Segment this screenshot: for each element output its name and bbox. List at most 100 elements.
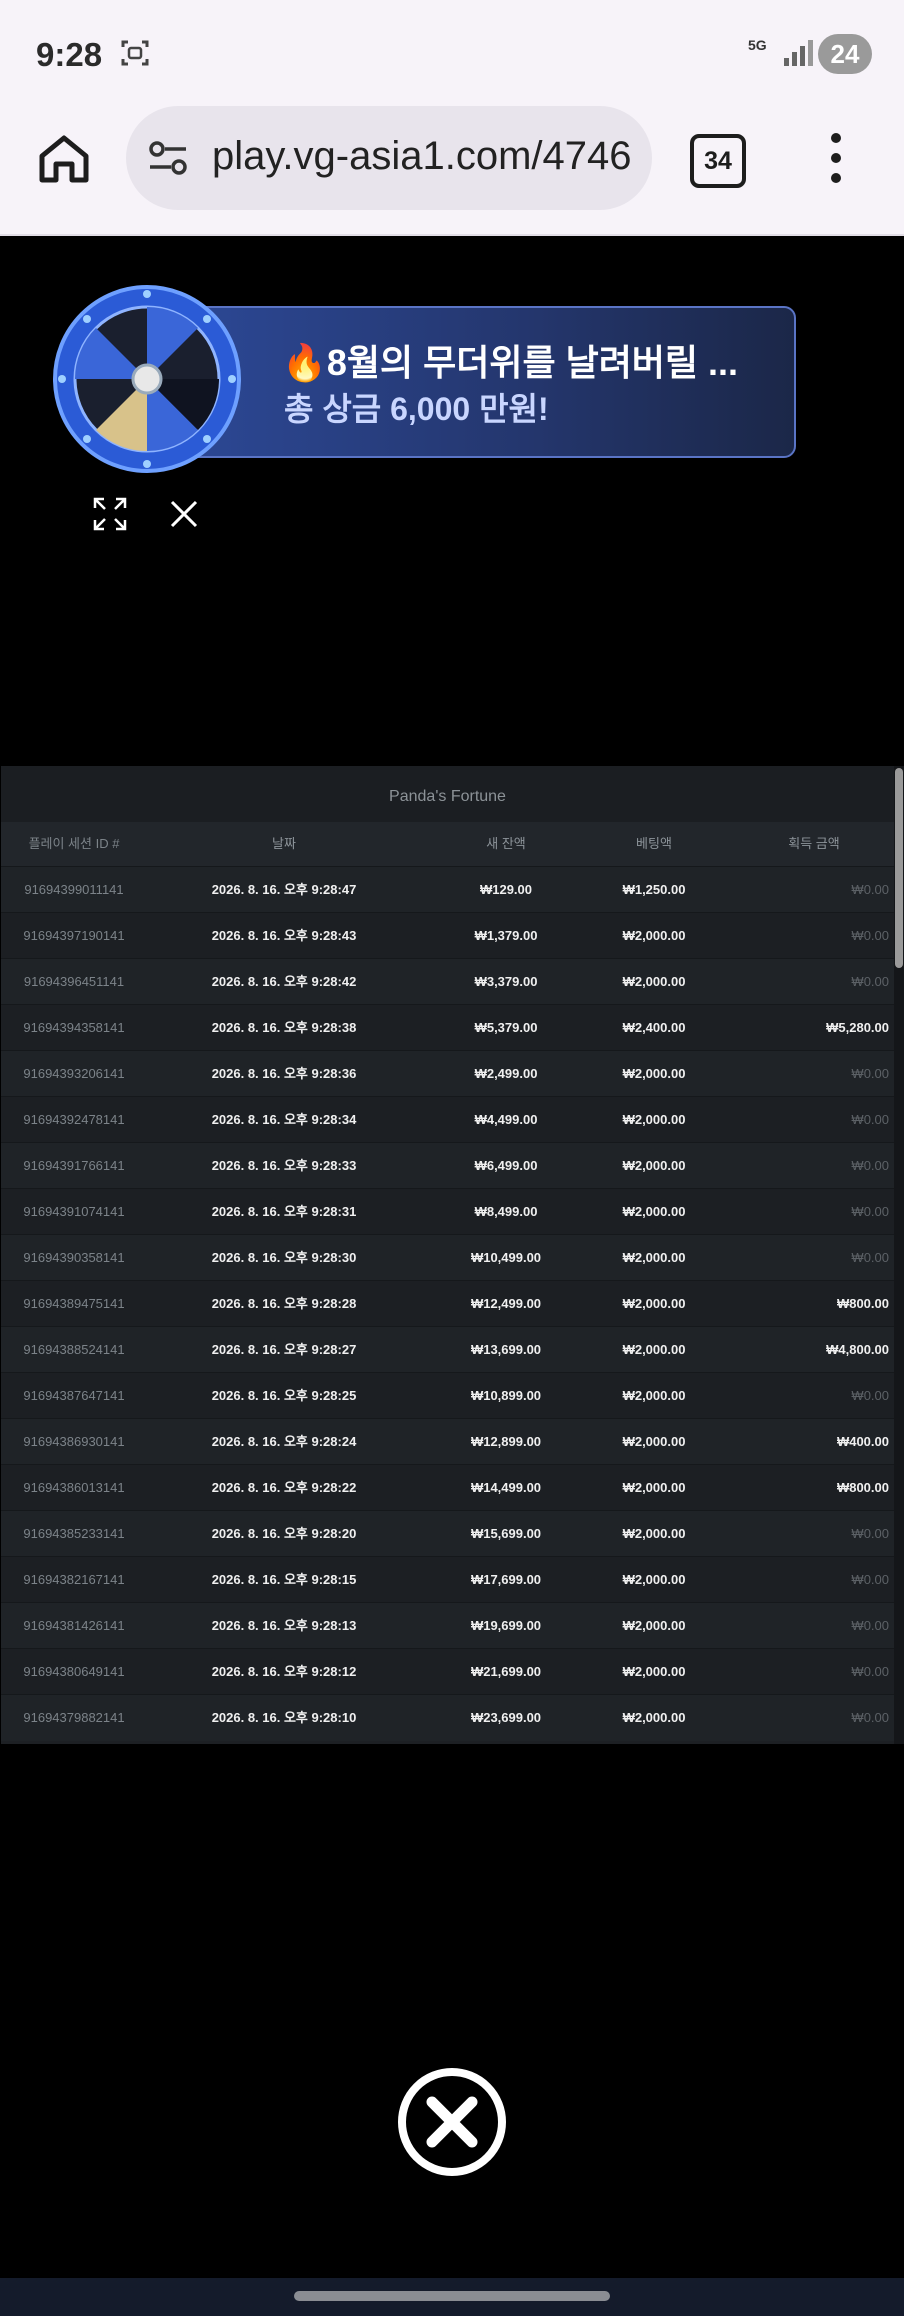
battery-indicator: 24 (818, 34, 872, 74)
table-row: 91694379882141 2026. 8. 16. 오후 9:28:10 ₩23… (1, 1694, 894, 1741)
bet-cell: ₩2,000.00 (622, 1480, 686, 1495)
balance-cell: ₩23,699.00 (470, 1710, 542, 1725)
date-cell: 2026. 8. 16. 오후 9:28:30 (211, 1250, 357, 1265)
table-row: 91694391766141 2026. 8. 16. 오후 9:28:33 ₩6,… (1, 1142, 894, 1189)
gesture-handle[interactable] (294, 2291, 610, 2301)
bet-cell: ₩2,000.00 (622, 1204, 686, 1219)
table-row: 91694390358141 2026. 8. 16. 오후 9:28:30 ₩10… (1, 1234, 894, 1281)
session-id-cell: 91694379882141 (23, 1710, 125, 1725)
date-cell: 2026. 8. 16. 오후 9:28:38 (211, 1020, 357, 1035)
session-id-cell: 91694380649141 (23, 1664, 125, 1679)
bet-cell: ₩2,000.00 (622, 1158, 686, 1173)
balance-cell: ₩21,699.00 (470, 1664, 542, 1679)
win-cell: ₩0.00 (851, 1388, 889, 1403)
table-row: 91694386013141 2026. 8. 16. 오후 9:28:22 ₩14… (1, 1464, 894, 1511)
session-id-cell: 91694393206141 (23, 1066, 125, 1081)
win-cell: ₩800.00 (836, 1480, 889, 1495)
game-title: Panda's Fortune (1, 766, 894, 822)
win-cell: ₩0.00 (851, 1710, 889, 1725)
header-win-amount: 획득 금액 (788, 836, 840, 851)
date-cell: 2026. 8. 16. 오후 9:28:27 (211, 1342, 357, 1357)
balance-cell: ₩1,379.00 (474, 928, 538, 943)
table-row: 91694393206141 2026. 8. 16. 오후 9:28:36 ₩2,… (1, 1050, 894, 1097)
status-time: 9:28 (36, 36, 103, 73)
session-id-cell: 91694381426141 (23, 1618, 125, 1633)
date-cell: 2026. 8. 16. 오후 9:28:43 (211, 928, 357, 943)
home-icon[interactable] (36, 130, 92, 186)
header-bet-amount: 베팅액 (636, 836, 672, 851)
session-id-cell: 91694387647141 (23, 1388, 125, 1403)
balance-cell: ₩3,379.00 (474, 974, 538, 989)
session-id-cell: 91694386930141 (23, 1434, 125, 1449)
header-date: 날짜 (272, 836, 296, 851)
date-cell: 2026. 8. 16. 오후 9:28:31 (211, 1204, 357, 1219)
balance-cell: ₩8,499.00 (474, 1204, 538, 1219)
table-row: 91694394358141 2026. 8. 16. 오후 9:28:38 ₩5,… (1, 1004, 894, 1051)
site-settings-icon[interactable] (148, 140, 188, 176)
bet-cell: ₩2,000.00 (622, 1710, 686, 1725)
promo-banner-subtitle: 총 상금 6,000 만원! (284, 391, 549, 427)
date-cell: 2026. 8. 16. 오후 9:28:22 (211, 1480, 357, 1495)
win-cell: ₩5,280.00 (826, 1020, 889, 1035)
scrollbar-thumb[interactable] (895, 768, 903, 968)
table-row: 91694380649141 2026. 8. 16. 오후 9:28:12 ₩21… (1, 1648, 894, 1695)
win-cell: ₩0.00 (851, 1618, 889, 1633)
win-cell: ₩0.00 (851, 1572, 889, 1587)
signal-icon (784, 40, 813, 66)
balance-cell: ₩19,699.00 (470, 1618, 542, 1633)
session-id-cell: 91694394358141 (23, 1020, 125, 1035)
bet-cell: ₩2,000.00 (622, 1250, 686, 1265)
bet-cell: ₩2,000.00 (622, 1434, 686, 1449)
tab-switcher-button[interactable]: 34 (690, 134, 746, 188)
session-id-cell: 91694386013141 (23, 1480, 125, 1495)
balance-cell: ₩4,499.00 (474, 1112, 538, 1127)
bet-cell: ₩2,000.00 (622, 1066, 686, 1081)
expand-icon[interactable] (92, 496, 128, 532)
balance-cell: ₩17,699.00 (470, 1572, 542, 1587)
date-cell: 2026. 8. 16. 오후 9:28:34 (211, 1112, 357, 1127)
network-5g-label: 5G (748, 37, 767, 53)
close-banner-icon[interactable] (168, 498, 200, 530)
balance-cell: ₩14,499.00 (470, 1480, 542, 1495)
close-icon[interactable] (396, 2066, 508, 2178)
win-cell: ₩0.00 (851, 1250, 889, 1265)
bet-cell: ₩2,000.00 (622, 928, 686, 943)
win-cell: ₩0.00 (851, 882, 889, 897)
screenshot-icon (121, 40, 149, 66)
date-cell: 2026. 8. 16. 오후 9:28:20 (211, 1526, 357, 1541)
balance-cell: ₩10,499.00 (470, 1250, 542, 1265)
date-cell: 2026. 8. 16. 오후 9:28:33 (211, 1158, 357, 1173)
date-cell: 2026. 8. 16. 오후 9:28:12 (211, 1664, 357, 1679)
balance-cell: ₩12,899.00 (470, 1434, 542, 1449)
table-row: 91694382167141 2026. 8. 16. 오후 9:28:15 ₩17… (1, 1556, 894, 1603)
bet-cell: ₩2,000.00 (622, 1618, 686, 1633)
more-menu-icon[interactable] (828, 132, 844, 184)
win-cell: ₩0.00 (851, 1664, 889, 1679)
url-text[interactable]: play.vg-asia1.com/4746 (212, 134, 632, 179)
bet-cell: ₩2,000.00 (622, 1342, 686, 1357)
date-cell: 2026. 8. 16. 오후 9:28:25 (211, 1388, 357, 1403)
bet-cell: ₩2,000.00 (622, 974, 686, 989)
table-row: 91694386930141 2026. 8. 16. 오후 9:28:24 ₩12… (1, 1418, 894, 1465)
balance-cell: ₩5,379.00 (474, 1020, 538, 1035)
session-id-cell: 91694391766141 (23, 1158, 125, 1173)
table-row: 91694381426141 2026. 8. 16. 오후 9:28:13 ₩19… (1, 1602, 894, 1649)
session-id-cell: 91694392478141 (23, 1112, 125, 1127)
win-cell: ₩0.00 (851, 928, 889, 943)
prize-wheel-icon (53, 285, 241, 473)
win-cell: ₩0.00 (851, 1526, 889, 1541)
table-row: 91694397190141 2026. 8. 16. 오후 9:28:43 ₩1,… (1, 912, 894, 959)
balance-cell: ₩10,899.00 (470, 1388, 542, 1403)
win-cell: ₩0.00 (851, 1112, 889, 1127)
session-id-cell: 91694389475141 (23, 1296, 125, 1311)
session-id-cell: 91694399011141 (24, 882, 124, 897)
table-row: 91694389475141 2026. 8. 16. 오후 9:28:28 ₩12… (1, 1280, 894, 1327)
session-id-cell: 91694385233141 (23, 1526, 125, 1541)
table-row: 91694391074141 2026. 8. 16. 오후 9:28:31 ₩8,… (1, 1188, 894, 1235)
date-cell: 2026. 8. 16. 오후 9:28:28 (211, 1296, 357, 1311)
table-row: 91694387647141 2026. 8. 16. 오후 9:28:25 ₩10… (1, 1372, 894, 1419)
header-session-id: 플레이 세션 ID # (28, 836, 120, 851)
balance-cell: ₩12,499.00 (470, 1296, 542, 1311)
bet-cell: ₩2,400.00 (622, 1020, 686, 1035)
balance-cell: ₩6,499.00 (474, 1158, 538, 1173)
